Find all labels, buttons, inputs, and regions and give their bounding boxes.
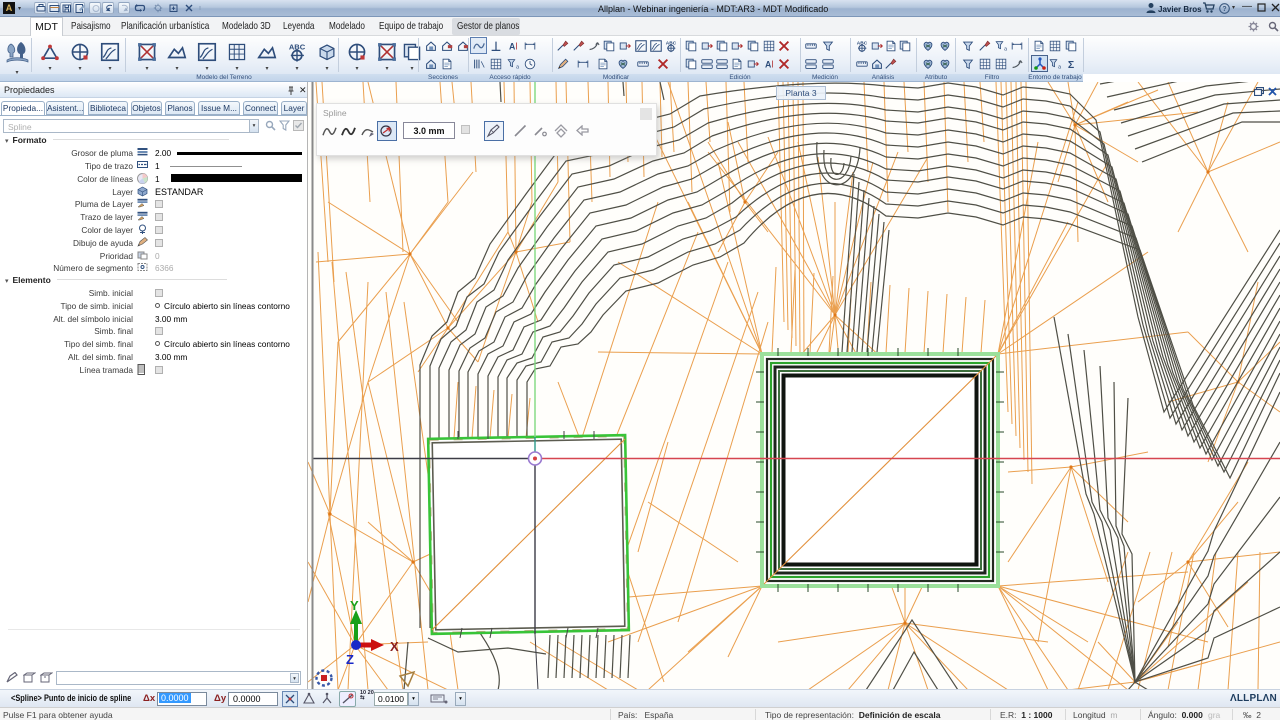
svg-text:?: ?	[1222, 6, 1226, 13]
svg-text:Y: Y	[350, 598, 359, 613]
svg-text:a: a	[1004, 46, 1007, 52]
svg-text:Z: Z	[346, 652, 354, 667]
svg-text:Σ: Σ	[1068, 59, 1074, 71]
svg-text:A: A	[765, 60, 772, 70]
svg-text:A: A	[509, 42, 516, 52]
svg-text:a: a	[516, 64, 519, 70]
svg-text:a: a	[1058, 64, 1061, 70]
svg-text:X: X	[390, 639, 399, 654]
